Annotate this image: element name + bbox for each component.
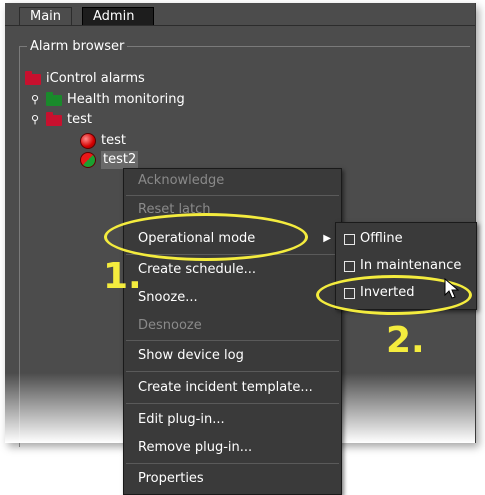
checkbox-icon — [344, 233, 355, 245]
submenu-item-offline[interactable]: Offline — [344, 229, 403, 249]
menu-separator — [126, 403, 339, 404]
menu-item-create-schedule[interactable]: Create schedule... — [124, 259, 341, 281]
checkbox-icon — [344, 287, 355, 299]
context-menu: Acknowledge Reset latch Operational mode… — [123, 168, 342, 495]
tree-item-label: Health monitoring — [67, 92, 185, 107]
menu-item-reset-latch[interactable]: Reset latch — [124, 199, 341, 221]
tab-divider — [5, 25, 475, 26]
submenu-item-label: Offline — [360, 231, 403, 246]
submenu-arrow-icon: ▶ — [323, 233, 331, 244]
tree-item-label: test2 — [101, 151, 139, 169]
tree-item-label: test — [101, 133, 126, 148]
tab-admin[interactable]: Admin — [82, 7, 154, 26]
menu-item-remove-plugin[interactable]: Remove plug-in... — [124, 437, 341, 459]
menu-separator — [126, 371, 339, 372]
panel-title: Alarm browser — [27, 39, 128, 54]
submenu-item-inverted[interactable]: Inverted — [344, 283, 414, 303]
menu-separator — [126, 340, 339, 341]
alarm-red-green-icon — [80, 152, 96, 168]
folder-red-icon — [25, 70, 41, 85]
menu-separator — [126, 254, 339, 255]
mouse-cursor-icon — [444, 278, 460, 299]
submenu-item-label: Inverted — [360, 285, 415, 300]
menu-item-snooze[interactable]: Snooze... — [124, 287, 341, 309]
menu-separator — [126, 463, 339, 464]
tree-item-test-alarm[interactable]: test — [80, 132, 126, 150]
folder-green-icon — [46, 91, 62, 106]
alarm-red-icon — [80, 133, 96, 149]
menu-separator — [126, 195, 339, 196]
submenu-item-label: In maintenance — [360, 258, 462, 273]
menu-item-properties[interactable]: Properties — [124, 468, 341, 490]
tab-main[interactable]: Main — [19, 7, 73, 26]
menu-item-show-device-log[interactable]: Show device log — [124, 345, 341, 367]
menu-item-operational-mode[interactable]: Operational mode ▶ — [124, 228, 341, 250]
step-2-label: 2. — [386, 320, 425, 361]
submenu-item-in-maintenance[interactable]: In maintenance — [344, 256, 461, 276]
tab-bar: Main Admin — [5, 3, 475, 26]
checkbox-icon — [344, 260, 355, 272]
step-1-label: 1. — [103, 256, 142, 297]
menu-item-acknowledge[interactable]: Acknowledge — [124, 170, 341, 192]
tree-item-icontrol-alarms[interactable]: iControl alarms — [25, 70, 145, 88]
folder-red-icon — [46, 111, 62, 126]
tree-item-health-monitoring[interactable]: ⚲ Health monitoring — [29, 91, 185, 109]
menu-item-label: Operational mode — [138, 231, 256, 246]
tree-item-label: iControl alarms — [46, 71, 145, 86]
tree-item-test-folder[interactable]: ⚲ test — [29, 111, 92, 129]
menu-item-desnooze[interactable]: Desnooze — [124, 315, 341, 337]
menu-item-create-incident-template[interactable]: Create incident template... — [124, 377, 341, 399]
expand-toggle-icon[interactable]: ⚲ — [29, 91, 41, 109]
collapse-toggle-icon[interactable]: ⚲ — [29, 111, 41, 129]
tree-item-test2-alarm[interactable]: test2 — [80, 151, 139, 169]
menu-item-edit-plugin[interactable]: Edit plug-in... — [124, 409, 341, 431]
tree-item-label: test — [67, 112, 92, 127]
